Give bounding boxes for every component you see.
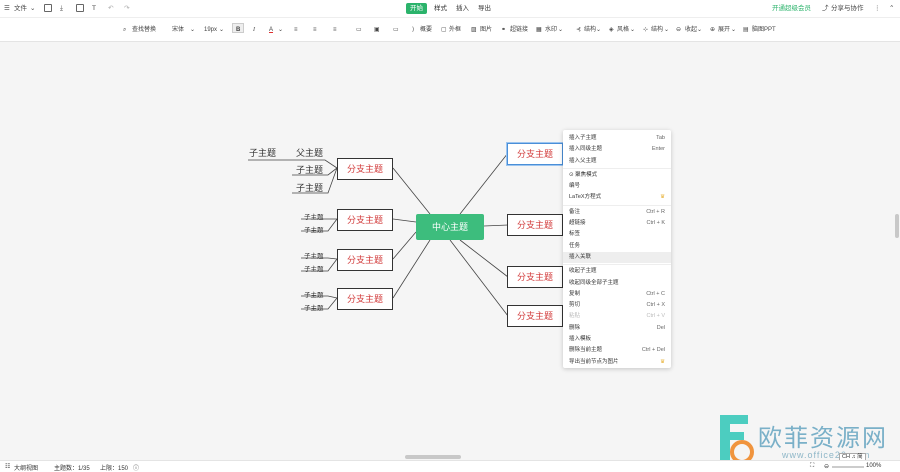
zoom-slider[interactable] bbox=[832, 466, 864, 468]
subtopic[interactable]: 子主题 bbox=[304, 263, 324, 273]
menu-item-note[interactable]: 备注 Ctrl + R bbox=[563, 207, 671, 218]
menu-item-latex[interactable]: LaTeX方程式 ♛ bbox=[563, 192, 671, 203]
subtopic[interactable]: 子主题 bbox=[304, 224, 324, 234]
menu-divider bbox=[563, 167, 671, 169]
menu-item-copy[interactable]: 复制 Ctrl + C bbox=[563, 289, 671, 300]
branch-topic[interactable]: 分支主题 bbox=[337, 288, 393, 310]
branch-topic[interactable]: 分支主题 bbox=[507, 266, 563, 288]
subtopic[interactable]: 子主题 bbox=[304, 302, 324, 312]
subtopic[interactable]: 子主题 bbox=[304, 250, 324, 260]
subtopic[interactable]: 子主题 bbox=[296, 163, 323, 176]
vertical-scrollbar[interactable] bbox=[895, 214, 899, 238]
vip-crown-icon: ♛ bbox=[660, 194, 665, 201]
menu-item-export-image[interactable]: 导出当前节点为图片 ♛ bbox=[563, 357, 671, 368]
context-menu: 插入子主题 Tab 插入同级主题 Enter 插入父主题 ⊙ 聚焦模式 编号 LaT… bbox=[563, 130, 671, 368]
outline-view-button[interactable]: 大纲视图 bbox=[14, 463, 38, 472]
vip-crown-icon: ♛ bbox=[660, 358, 665, 365]
topic-limit: 上限：150 bbox=[100, 466, 129, 472]
menu-item-task[interactable]: 任务 bbox=[563, 241, 671, 252]
menu-item-insert-template[interactable]: 插入模板 bbox=[563, 334, 671, 345]
menu-item-insert-relation[interactable]: 插入关联 bbox=[563, 251, 671, 264]
subtopic[interactable]: 子主题 bbox=[296, 181, 323, 194]
menu-item-tag[interactable]: 标签 bbox=[563, 229, 671, 240]
menu-item-delete[interactable]: 删除 Del bbox=[563, 323, 671, 334]
menu-divider bbox=[563, 204, 671, 206]
branch-topic[interactable]: 分支主题 bbox=[507, 214, 563, 236]
menu-item-paste[interactable]: 粘贴 Ctrl + V bbox=[563, 311, 671, 322]
branch-topic[interactable]: 分支主题 bbox=[507, 305, 563, 327]
central-topic[interactable]: 中心主题 bbox=[416, 214, 484, 240]
subtopic[interactable]: 子主题 bbox=[304, 289, 324, 299]
menu-item-insert-sibling[interactable]: 插入同级主题 Enter bbox=[563, 144, 671, 155]
watermark-brand: 欧菲资源网 bbox=[758, 424, 888, 452]
fullscreen-icon[interactable]: ⛶ bbox=[810, 463, 814, 470]
menu-item-collapse-children[interactable]: 收起子主题 bbox=[563, 266, 671, 277]
menu-item-delete-current[interactable]: 删除当前主题 Ctrl + Del bbox=[563, 345, 671, 356]
outline-view-icon[interactable]: ☷ bbox=[5, 463, 10, 470]
topic-count: 主题数：1/35 bbox=[54, 466, 90, 472]
help-icon[interactable]: ⓘ bbox=[133, 463, 139, 472]
zoom-level: 100% bbox=[866, 463, 882, 469]
subtopic[interactable]: 子主题 bbox=[304, 211, 324, 221]
menu-item-cut[interactable]: 剪切 Ctrl + X bbox=[563, 300, 671, 311]
branch-topic[interactable]: 分支主题 bbox=[337, 209, 393, 231]
status-bar: ☷ 大纲视图 主题数：1/35 上限：150 ⓘ ⛶ ⊖ 100% bbox=[0, 460, 900, 472]
menu-item-collapse-siblings[interactable]: 收起同级全部子主题 bbox=[563, 278, 671, 289]
horizontal-scrollbar[interactable] bbox=[405, 455, 461, 459]
menu-item-focus-mode[interactable]: ⊙ 聚焦模式 bbox=[563, 170, 671, 181]
menu-item-hyperlink[interactable]: 超链接 Ctrl + K bbox=[563, 218, 671, 229]
zoom-out-icon[interactable]: ⊖ bbox=[824, 463, 829, 470]
menu-item-insert-parent[interactable]: 插入父主题 bbox=[563, 156, 671, 167]
menu-item-insert-child[interactable]: 插入子主题 Tab bbox=[563, 133, 671, 144]
subtopic[interactable]: 子主题 bbox=[249, 146, 276, 159]
menu-item-numbering[interactable]: 编号 bbox=[563, 181, 671, 192]
branch-topic[interactable]: 分支主题 bbox=[337, 158, 393, 180]
branch-topic-selected[interactable]: 分支主题 bbox=[507, 143, 563, 165]
parent-topic[interactable]: 父主题 bbox=[296, 146, 323, 159]
menu-divider bbox=[563, 264, 671, 266]
branch-topic[interactable]: 分支主题 bbox=[337, 249, 393, 271]
